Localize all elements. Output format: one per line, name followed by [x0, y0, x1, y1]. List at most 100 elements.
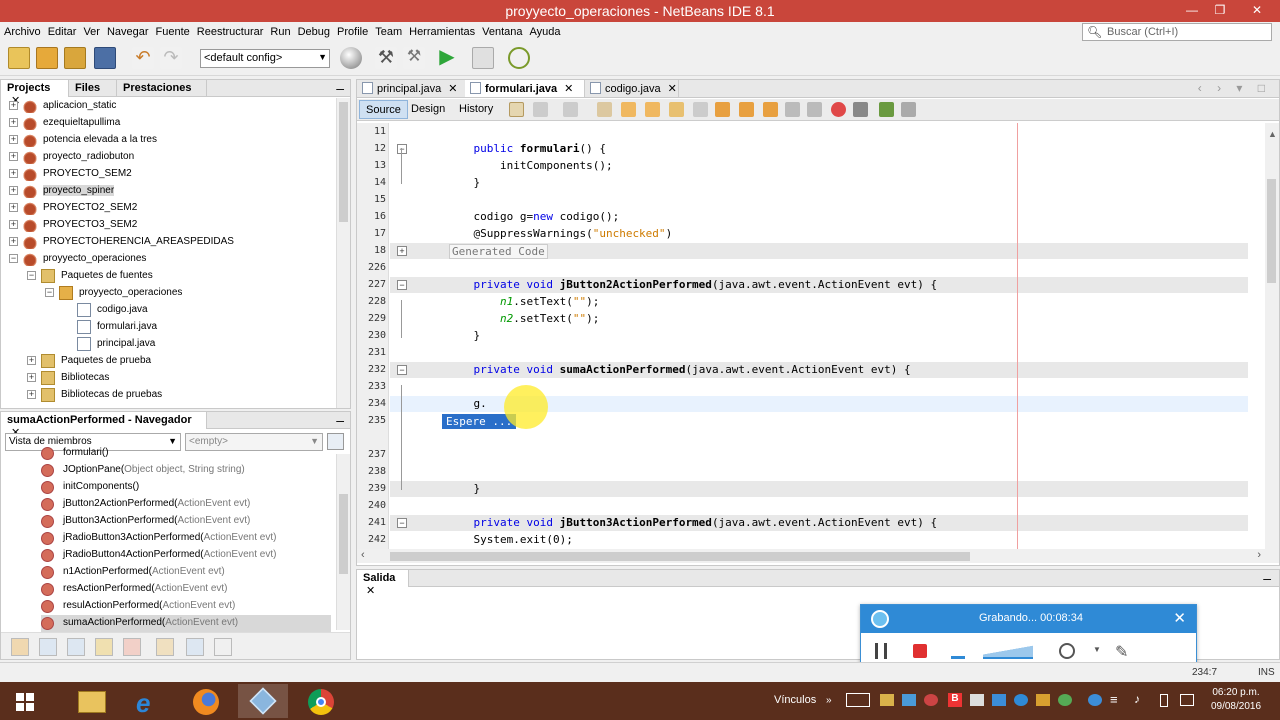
- menu-item-editar[interactable]: Editar: [44, 22, 80, 38]
- tree-item[interactable]: − Paquetes de fuentes: [1, 268, 336, 285]
- filter-static-icon[interactable]: [67, 638, 85, 656]
- tab-projects[interactable]: Projects ✕: [1, 80, 69, 107]
- tab-salida[interactable]: Salida ✕: [357, 570, 409, 597]
- collapse-fold-icon[interactable]: −: [397, 518, 407, 528]
- build-hammer-icon[interactable]: ⚒: [375, 47, 397, 69]
- chevron-down-icon[interactable]: ▼: [1093, 645, 1101, 654]
- keyboard-icon[interactable]: [846, 693, 870, 707]
- show-fqn-icon[interactable]: [156, 638, 174, 656]
- expand-icon[interactable]: +: [9, 186, 18, 195]
- stop-icon[interactable]: [913, 644, 927, 658]
- volume-slider[interactable]: [983, 643, 1033, 659]
- collapse-fold-icon[interactable]: −: [397, 280, 407, 290]
- menu-item-debug[interactable]: Debug: [294, 22, 333, 38]
- new-project-icon[interactable]: [36, 47, 58, 69]
- stop-macro-icon[interactable]: [853, 102, 868, 117]
- redo-icon[interactable]: ↷: [160, 47, 182, 69]
- search-box[interactable]: 🔍︎ Buscar (Ctrl+I): [1082, 23, 1272, 41]
- menu-item-team[interactable]: Team: [371, 22, 405, 38]
- editor-vertical-scrollbar[interactable]: ▲: [1265, 123, 1279, 563]
- tree-item[interactable]: + proyecto_radiobuton: [1, 149, 336, 166]
- design-view-button[interactable]: Design: [405, 100, 451, 119]
- filter-private-icon[interactable]: [123, 638, 141, 656]
- tab-principal-java[interactable]: principal.java ✕: [357, 80, 475, 97]
- previous-bookmark-icon[interactable]: [715, 102, 730, 117]
- run-icon[interactable]: ▶: [436, 47, 458, 69]
- member-item[interactable]: resulActionPerformed(ActionEvent evt): [41, 598, 331, 615]
- toggle-rect-selection-icon[interactable]: [693, 102, 708, 117]
- scroll-thumb[interactable]: [1267, 179, 1276, 283]
- editor-horizontal-scrollbar[interactable]: ‹ ›: [357, 549, 1265, 563]
- menu-item-herramientas[interactable]: Herramientas: [405, 22, 478, 38]
- start-macro-icon[interactable]: [831, 102, 846, 117]
- collapse-icon[interactable]: −: [45, 288, 54, 297]
- undo-icon[interactable]: ↶: [132, 47, 154, 69]
- menu-item-run[interactable]: Run: [266, 22, 293, 38]
- links-toolbar[interactable]: Vínculos: [774, 694, 816, 706]
- back-icon[interactable]: [533, 102, 548, 117]
- tray-app-icon[interactable]: [1036, 694, 1050, 706]
- open-project-icon[interactable]: [64, 47, 86, 69]
- internet-explorer-icon[interactable]: e: [124, 684, 174, 718]
- tree-item[interactable]: + PROYECTO3_SEM2: [1, 217, 336, 234]
- member-item[interactable]: initComponents(): [41, 479, 331, 496]
- forward-icon[interactable]: [563, 102, 578, 117]
- volume-icon[interactable]: ♪: [1134, 692, 1140, 706]
- close-button[interactable]: ✕: [1234, 0, 1280, 20]
- expand-icon[interactable]: +: [9, 220, 18, 229]
- profile-icon[interactable]: [508, 47, 530, 69]
- scroll-thumb[interactable]: [339, 102, 348, 222]
- expand-fold-icon[interactable]: +: [397, 246, 407, 256]
- member-item[interactable]: formulari(): [41, 445, 331, 462]
- clean-build-icon[interactable]: ⚒: [403, 47, 425, 69]
- file-explorer-icon[interactable]: [66, 684, 116, 718]
- tree-item[interactable]: + Bibliotecas de pruebas: [1, 387, 336, 404]
- menu-item-ventana[interactable]: Ventana: [478, 22, 525, 38]
- tray-app-icon[interactable]: [924, 694, 938, 706]
- tray-app-icon[interactable]: [1088, 694, 1102, 706]
- expand-icon[interactable]: +: [27, 390, 36, 399]
- scroll-thumb[interactable]: [339, 494, 348, 574]
- expand-icon[interactable]: +: [9, 135, 18, 144]
- menu-item-ayuda[interactable]: Ayuda: [526, 22, 564, 38]
- chevron-left-icon[interactable]: ‹: [361, 549, 365, 561]
- find-previous-icon[interactable]: [621, 102, 636, 117]
- expand-icon[interactable]: +: [9, 101, 18, 110]
- chevron-up-icon[interactable]: ▲: [1268, 129, 1277, 139]
- tab-navigator[interactable]: sumaActionPerformed - Navegador ✕: [1, 412, 207, 439]
- tab-formulari-java[interactable]: formulari.java ✕: [465, 80, 585, 97]
- member-item[interactable]: resActionPerformed(ActionEvent evt): [41, 581, 331, 598]
- tab-files[interactable]: Files: [69, 80, 117, 97]
- tree-item[interactable]: + ezequieltapullima: [1, 115, 336, 132]
- tab-prestaciones[interactable]: Prestaciones: [117, 80, 207, 97]
- filter-inherited-icon[interactable]: [11, 638, 29, 656]
- collapse-fold-icon[interactable]: −: [397, 144, 407, 154]
- menu-item-archivo[interactable]: Archivo: [0, 22, 44, 38]
- collapse-icon[interactable]: −: [27, 271, 36, 280]
- find-selection-icon[interactable]: [597, 102, 612, 117]
- save-all-icon[interactable]: [94, 47, 116, 69]
- close-icon[interactable]: ✕: [564, 83, 573, 95]
- tray-app-icon[interactable]: [1058, 694, 1072, 706]
- member-item[interactable]: sumaActionPerformed(ActionEvent evt): [41, 615, 331, 632]
- sort-by-source-icon[interactable]: [214, 638, 232, 656]
- menu-item-profile[interactable]: Profile: [333, 22, 371, 38]
- tree-item[interactable]: formulari.java: [1, 319, 336, 336]
- tab-codigo-java[interactable]: codigo.java ✕: [585, 80, 679, 97]
- tree-item[interactable]: + PROYECTOHERENCIA_AREASPEDIDAS: [1, 234, 336, 251]
- member-item[interactable]: jRadioButton4ActionPerformed(ActionEvent…: [41, 547, 331, 564]
- audio-level-icon[interactable]: [951, 643, 965, 659]
- toggle-bookmark-icon[interactable]: [763, 102, 778, 117]
- close-icon[interactable]: ✕: [1173, 609, 1186, 627]
- tree-item[interactable]: + aplicacion_static: [1, 98, 336, 115]
- filter-nonpublic-icon[interactable]: [95, 638, 113, 656]
- clock[interactable]: 06:20 p.m. 09/08/2016: [1206, 686, 1266, 714]
- next-bookmark-icon[interactable]: [739, 102, 754, 117]
- firefox-icon[interactable]: [180, 684, 230, 718]
- netbeans-taskbar-icon[interactable]: [238, 684, 288, 718]
- sort-by-name-icon[interactable]: [186, 638, 204, 656]
- webcam-icon[interactable]: [1059, 643, 1075, 659]
- member-item[interactable]: jRadioButton3ActionPerformed(ActionEvent…: [41, 530, 331, 547]
- tree-item[interactable]: + Paquetes de prueba: [1, 353, 336, 370]
- close-icon[interactable]: ✕: [668, 83, 677, 95]
